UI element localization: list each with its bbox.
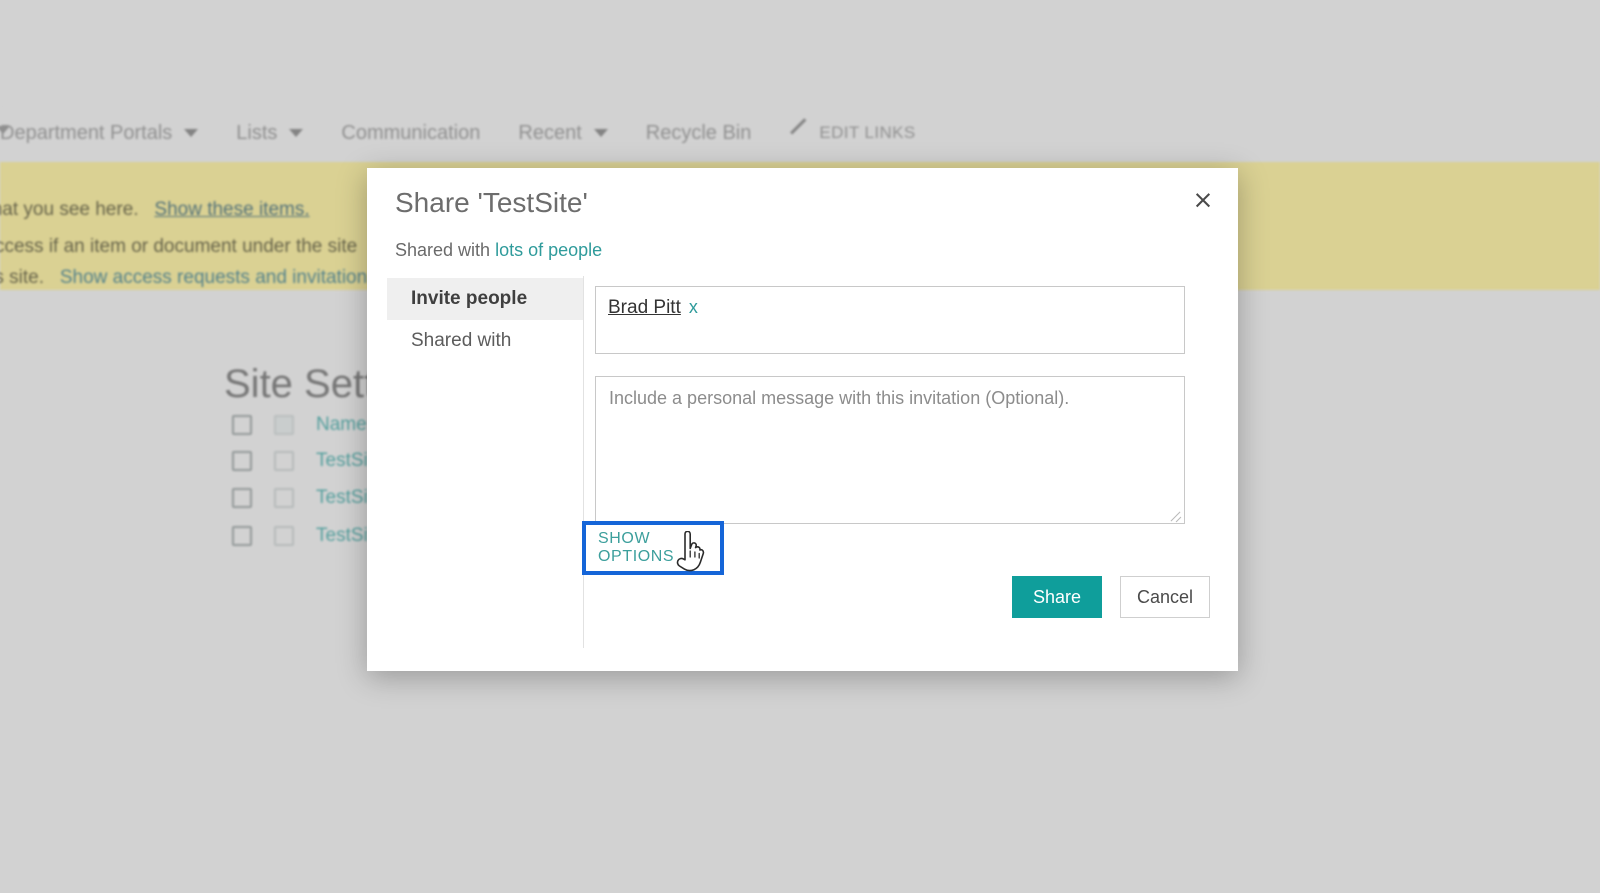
personal-message-placeholder: Include a personal message with this inv… (609, 388, 1070, 408)
edit-links-button[interactable]: EDIT LINKS (789, 123, 915, 143)
tab-shared-with[interactable]: Shared with (387, 320, 583, 362)
tab-label: Shared with (411, 330, 512, 351)
nav-item-communication[interactable]: Communication (341, 122, 480, 145)
show-these-items-link[interactable]: Show these items. (154, 199, 309, 220)
show-access-requests-link[interactable]: Show access requests and invitation (60, 267, 367, 288)
row-item-checkbox[interactable] (274, 526, 294, 546)
nav-label: Recent (518, 121, 582, 144)
row-select-checkbox[interactable] (232, 526, 252, 546)
nav-label: Recycle Bin (645, 121, 752, 144)
shared-with-summary: Shared with lots of people (395, 240, 602, 261)
show-options-link[interactable]: SHOW OPTIONS (598, 530, 720, 566)
show-options-highlight: SHOW OPTIONS (582, 521, 724, 575)
pencil-icon (789, 124, 807, 142)
tab-label: Invite people (411, 288, 528, 309)
cancel-button[interactable]: Cancel (1120, 576, 1210, 618)
nav-label: Department Portals (0, 121, 173, 144)
page-title: Site Sett (224, 362, 376, 406)
banner-text-1: what you see here. (0, 199, 139, 220)
edit-links-label: EDIT LINKS (819, 123, 916, 142)
chevron-down-icon-partial (0, 126, 10, 134)
banner-text-3: ss this site. (0, 267, 44, 288)
chevron-down-icon[interactable] (593, 129, 608, 137)
column-header-name: Name (316, 414, 367, 435)
nav-label: Lists (236, 121, 278, 144)
column-checkbox[interactable] (274, 415, 294, 435)
top-navigation-bar: Department Portals Lists Communication R… (0, 104, 1600, 162)
row-select-checkbox[interactable] (232, 488, 252, 508)
person-chip-name: Brad Pitt (608, 297, 681, 318)
chevron-down-icon[interactable] (289, 129, 304, 137)
personal-message-textarea[interactable]: Include a personal message with this inv… (595, 376, 1185, 524)
nav-item-recycle-bin[interactable]: Recycle Bin (646, 122, 752, 145)
dialog-action-buttons: Share Cancel (1012, 576, 1210, 618)
nav-label: Communication (341, 121, 481, 144)
vertical-divider (583, 276, 584, 648)
close-icon[interactable]: × (1186, 182, 1220, 216)
share-dialog: × Share 'TestSite' Shared with lots of p… (367, 168, 1238, 671)
remove-person-icon[interactable]: x (689, 297, 698, 318)
row-item-checkbox[interactable] (274, 451, 294, 471)
table-row[interactable]: TestSite (232, 525, 384, 547)
lots-of-people-link[interactable]: lots of people (495, 240, 602, 260)
share-button[interactable]: Share (1012, 576, 1102, 618)
table-row[interactable]: TestSite (232, 487, 384, 509)
dialog-tab-list: Invite people Shared with (387, 278, 583, 362)
screen-root: Department Portals Lists Communication R… (0, 0, 1600, 893)
nav-item-recent[interactable]: Recent (518, 121, 608, 145)
select-all-checkbox[interactable] (232, 415, 252, 435)
shared-with-prefix: Shared with (395, 240, 491, 260)
tab-invite-people[interactable]: Invite people (387, 278, 583, 320)
table-header-row: Name (232, 414, 367, 436)
share-button-label: Share (1032, 586, 1082, 607)
textarea-resize-handle[interactable] (1168, 507, 1182, 521)
dialog-content: Brad Pitt x Include a personal message w… (595, 286, 1210, 524)
row-select-checkbox[interactable] (232, 451, 252, 471)
people-picker-input[interactable]: Brad Pitt x (595, 286, 1185, 354)
nav-item-lists[interactable]: Lists (236, 121, 304, 145)
person-chip[interactable]: Brad Pitt x (608, 297, 698, 319)
table-row[interactable]: TestSite (232, 450, 384, 472)
nav-item-department-portals[interactable]: Department Portals (0, 121, 199, 145)
row-item-checkbox[interactable] (274, 488, 294, 508)
dialog-title: Share 'TestSite' (395, 187, 588, 218)
chevron-down-icon[interactable] (184, 129, 199, 137)
cancel-button-label: Cancel (1136, 586, 1194, 607)
